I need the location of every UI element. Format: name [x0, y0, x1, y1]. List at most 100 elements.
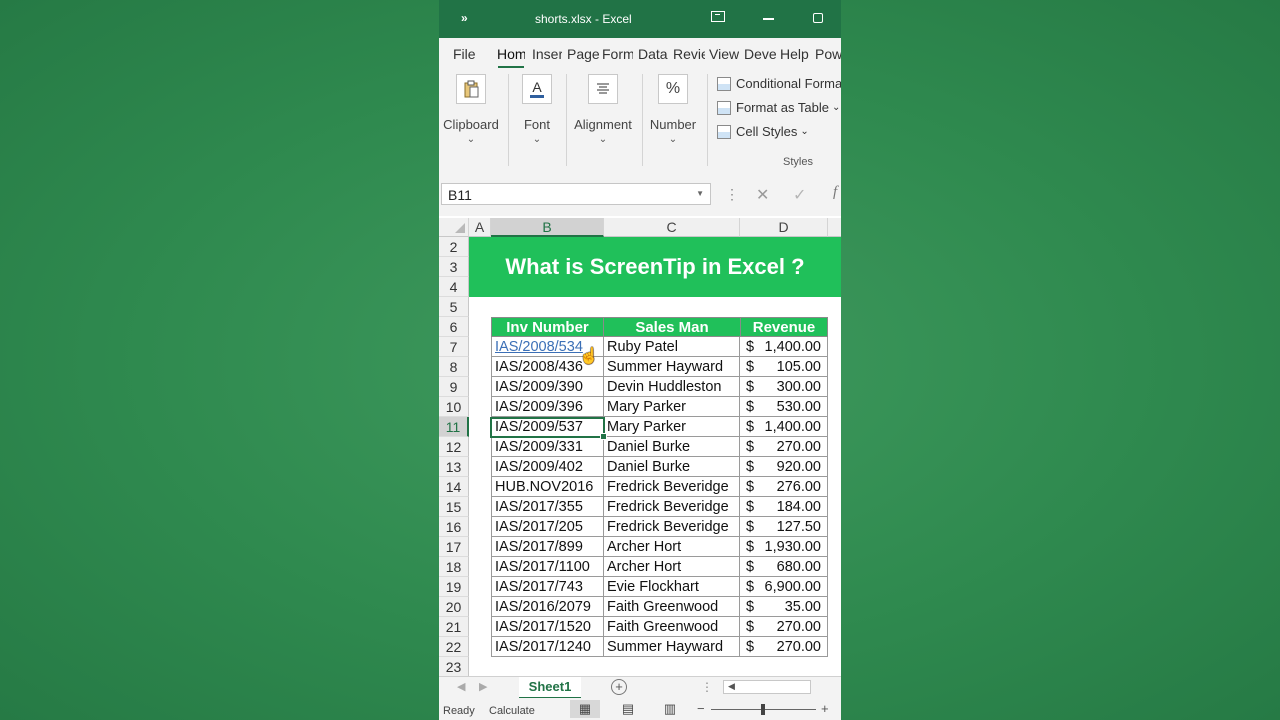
row-header[interactable]: 6 [439, 317, 469, 337]
sales-man-cell[interactable]: Faith Greenwood [604, 597, 740, 617]
tab-data[interactable]: Data [638, 46, 668, 62]
sales-man-cell[interactable]: Ruby Patel [604, 337, 740, 357]
enter-icon[interactable]: ✓ [793, 185, 806, 205]
more-sheets-icon[interactable]: ⋮ [701, 680, 713, 694]
sales-man-cell[interactable]: Fredrick Beveridge [604, 517, 740, 537]
format-as-table-button[interactable]: Format as Table ⌄ [717, 100, 840, 115]
row-header[interactable]: 4 [439, 277, 469, 297]
row-header[interactable]: 17 [439, 537, 469, 557]
row-header[interactable]: 23 [439, 657, 469, 677]
revenue-cell[interactable]: $1,400.00 [740, 417, 828, 437]
scroll-left-icon[interactable]: ◀ [457, 680, 465, 693]
tab-review[interactable]: Revie [673, 46, 705, 62]
inv-number-cell[interactable]: HUB.NOV2016 [491, 477, 604, 497]
column-header-e[interactable] [828, 218, 841, 237]
revenue-cell[interactable]: $920.00 [740, 457, 828, 477]
revenue-cell[interactable]: $6,900.00 [740, 577, 828, 597]
header-inv-number[interactable]: Inv Number [491, 317, 604, 337]
scroll-right-icon[interactable]: ▶ [479, 680, 487, 693]
inv-number-cell[interactable]: IAS/2017/1520 [491, 617, 604, 637]
scroll-left-arrow-icon[interactable]: ◀ [728, 681, 735, 692]
sales-man-cell[interactable]: Summer Hayward [604, 637, 740, 657]
name-box[interactable]: B11 ▼ [441, 183, 711, 205]
revenue-cell[interactable]: $270.00 [740, 637, 828, 657]
row-header[interactable]: 18 [439, 557, 469, 577]
select-all-corner[interactable] [439, 218, 469, 237]
ribbon-display-options-icon[interactable] [711, 11, 725, 22]
tab-developer[interactable]: Deve [744, 46, 776, 62]
row-header[interactable]: 3 [439, 257, 469, 277]
insert-function-icon[interactable]: f [833, 184, 837, 201]
row-header[interactable]: 10 [439, 397, 469, 417]
tab-formulas[interactable]: Form [602, 46, 633, 62]
sales-man-cell[interactable]: Archer Hort [604, 537, 740, 557]
row-header[interactable]: 7 [439, 337, 469, 357]
revenue-cell[interactable]: $270.00 [740, 437, 828, 457]
worksheet-grid[interactable]: A B C D 2 3 4 5 6 7 8 9 10 11 12 13 14 15 16 17 18 19 20 21… [439, 216, 841, 677]
row-header[interactable]: 14 [439, 477, 469, 497]
alignment-group[interactable]: Alignment ⌄ [571, 74, 635, 145]
revenue-cell[interactable]: $184.00 [740, 497, 828, 517]
tab-page-layout[interactable]: Page [567, 46, 600, 62]
cancel-icon[interactable]: ✕ [756, 185, 769, 205]
inv-number-cell[interactable]: IAS/2009/390 [491, 377, 604, 397]
row-header[interactable]: 5 [439, 297, 469, 317]
revenue-cell[interactable]: $127.50 [740, 517, 828, 537]
cell-styles-button[interactable]: Cell Styles ⌄ [717, 124, 809, 139]
inv-number-cell[interactable]: IAS/2017/355 [491, 497, 604, 517]
inv-number-cell[interactable]: IAS/2017/205 [491, 517, 604, 537]
revenue-cell[interactable]: $35.00 [740, 597, 828, 617]
font-group[interactable]: A Font ⌄ [517, 74, 557, 145]
sales-man-cell[interactable]: Evie Flockhart [604, 577, 740, 597]
inv-number-cell[interactable]: IAS/2009/396 [491, 397, 604, 417]
inv-number-cell[interactable]: IAS/2017/743 [491, 577, 604, 597]
zoom-in-icon[interactable]: + [821, 701, 829, 716]
row-header[interactable]: 20 [439, 597, 469, 617]
inv-number-cell[interactable]: IAS/2009/402 [491, 457, 604, 477]
revenue-cell[interactable]: $530.00 [740, 397, 828, 417]
revenue-cell[interactable]: $105.00 [740, 357, 828, 377]
sales-man-cell[interactable]: Daniel Burke [604, 457, 740, 477]
tab-insert[interactable]: Inser [532, 46, 562, 62]
selected-cell-b11[interactable] [490, 417, 607, 440]
sales-man-cell[interactable]: Fredrick Beveridge [604, 497, 740, 517]
clipboard-group[interactable]: Clipboard ⌄ [443, 74, 499, 145]
column-header-d[interactable]: D [740, 218, 828, 237]
row-header[interactable]: 16 [439, 517, 469, 537]
revenue-cell[interactable]: $1,400.00 [740, 337, 828, 357]
tab-home[interactable]: Hom [497, 46, 525, 62]
tab-power[interactable]: Pow [815, 46, 841, 62]
maximize-button[interactable] [813, 13, 823, 23]
zoom-out-icon[interactable]: − [697, 701, 705, 716]
row-header[interactable]: 9 [439, 377, 469, 397]
tab-file[interactable]: File [453, 46, 476, 62]
sales-man-cell[interactable]: Faith Greenwood [604, 617, 740, 637]
column-header-b[interactable]: B [491, 218, 604, 237]
header-revenue[interactable]: Revenue [740, 317, 828, 337]
status-calculate[interactable]: Calculate [489, 705, 535, 717]
page-layout-view-icon[interactable]: ▤ [613, 700, 643, 718]
inv-number-cell[interactable]: IAS/2017/1240 [491, 637, 604, 657]
row-header[interactable]: 19 [439, 577, 469, 597]
more-options-icon[interactable]: ⋮ [725, 186, 739, 203]
sales-man-cell[interactable]: Summer Hayward [604, 357, 740, 377]
row-header[interactable]: 22 [439, 637, 469, 657]
sales-man-cell[interactable]: Devin Huddleston [604, 377, 740, 397]
more-commands-icon[interactable]: » [461, 11, 468, 25]
revenue-cell[interactable]: $276.00 [740, 477, 828, 497]
revenue-cell[interactable]: $1,930.00 [740, 537, 828, 557]
zoom-slider-thumb[interactable] [761, 704, 765, 715]
tab-view[interactable]: View [709, 46, 739, 62]
add-sheet-icon[interactable]: + [611, 679, 627, 695]
sheet-tab-sheet1[interactable]: Sheet1 [519, 677, 581, 699]
minimize-button[interactable] [763, 18, 774, 20]
tab-help[interactable]: Help [780, 46, 809, 62]
sales-man-cell[interactable]: Mary Parker [604, 397, 740, 417]
row-header[interactable]: 11 [439, 417, 469, 437]
row-header[interactable]: 8 [439, 357, 469, 377]
sales-man-cell[interactable]: Archer Hort [604, 557, 740, 577]
row-header[interactable]: 12 [439, 437, 469, 457]
column-header-a[interactable]: A [469, 218, 491, 237]
row-header[interactable]: 15 [439, 497, 469, 517]
revenue-cell[interactable]: $300.00 [740, 377, 828, 397]
